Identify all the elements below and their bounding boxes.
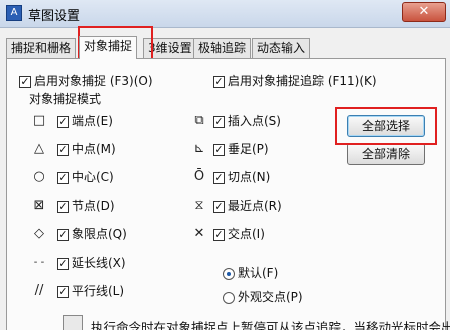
midpoint-option[interactable]: ✓ 中点(M) — [57, 141, 116, 157]
clear-all-button[interactable]: 全部清除 — [347, 143, 425, 165]
radio-default[interactable] — [223, 267, 235, 280]
perpendicular-label: 垂足(P) — [228, 142, 269, 156]
enable-osnap-checkbox[interactable]: ✓ — [19, 75, 31, 88]
hourglass-icon: ⧖ — [194, 198, 204, 213]
radio-apparent-row[interactable]: 外观交点(P) — [223, 289, 303, 305]
midpoint-label: 中点(M) — [72, 142, 116, 156]
center-label: 中心(C) — [72, 170, 114, 184]
app-icon: A — [6, 5, 22, 21]
enable-osnap-label: 启用对象捕捉 (F3)(O) — [34, 74, 153, 88]
radio-apparent-label: 外观交点(P) — [238, 290, 303, 304]
highlight-select-all — [335, 107, 437, 145]
center-checkbox[interactable]: ✓ — [57, 171, 69, 184]
perpendicular-checkbox[interactable]: ✓ — [213, 143, 225, 156]
intersection-checkbox[interactable]: ✓ — [213, 228, 225, 241]
nearest-label: 最近点(R) — [228, 199, 282, 213]
enable-tracking-row[interactable]: ✓ 启用对象捕捉追踪 (F11)(K) — [213, 73, 377, 89]
tangent-icon: Ō — [193, 169, 205, 184]
tab-polar-tracking[interactable]: 极轴追踪 — [193, 38, 252, 58]
tangent-option[interactable]: ✓ 切点(N) — [213, 169, 270, 185]
hint-text: 执行命令时在对象捕捉点上暂停可从该点追踪，当移动光标时会出 — [91, 320, 450, 330]
nearest-option[interactable]: ✓ 最近点(R) — [213, 198, 282, 214]
insertion-option[interactable]: ✓ 插入点(S) — [213, 113, 281, 129]
quadrant-label: 象限点(Q) — [72, 227, 127, 241]
insertion-checkbox[interactable]: ✓ — [213, 115, 225, 128]
cross-icon: ✕ — [193, 226, 205, 241]
midpoint-checkbox[interactable]: ✓ — [57, 143, 69, 156]
parallel-option[interactable]: ✓ 平行线(L) — [57, 283, 124, 299]
extension-checkbox[interactable]: ✓ — [57, 257, 69, 270]
intersection-label: 交点(I) — [228, 227, 265, 241]
insertion-label: 插入点(S) — [228, 114, 281, 128]
perpendicular-icon: ⊾ — [193, 141, 205, 156]
intersection-option[interactable]: ✓ 交点(I) — [213, 226, 265, 242]
diamond-icon: ◇ — [34, 226, 44, 241]
tangent-label: 切点(N) — [228, 170, 271, 184]
endpoint-label: 端点(E) — [72, 114, 113, 128]
endpoint-option[interactable]: ✓ 端点(E) — [57, 113, 113, 129]
triangle-icon: △ — [34, 141, 44, 156]
dash-icon: - - — [33, 257, 45, 268]
square-icon: □ — [32, 113, 46, 128]
extension-option[interactable]: ✓ 延长线(X) — [57, 255, 126, 271]
extension-label: 延长线(X) — [72, 256, 126, 270]
parallel-checkbox[interactable]: ✓ — [57, 285, 69, 298]
tab-object-snap[interactable]: 对象捕捉 — [79, 36, 138, 59]
parallel-label: 平行线(L) — [72, 284, 125, 298]
endpoint-checkbox[interactable]: ✓ — [57, 115, 69, 128]
quadrant-checkbox[interactable]: ✓ — [57, 228, 69, 241]
nearest-checkbox[interactable]: ✓ — [213, 200, 225, 213]
circle-icon: ○ — [33, 169, 45, 184]
circle-x-icon: ⊠ — [33, 198, 45, 213]
node-label: 节点(D) — [72, 199, 115, 213]
tab-strip: 捕捉和栅格 对象捕捉 3维设置 极轴追踪 动态输入 — [6, 36, 446, 59]
perpendicular-option[interactable]: ✓ 垂足(P) — [213, 141, 269, 157]
enable-tracking-checkbox[interactable]: ✓ — [213, 75, 225, 88]
insert-icon: ⧉ — [194, 113, 204, 128]
tangent-checkbox[interactable]: ✓ — [213, 171, 225, 184]
center-option[interactable]: ✓ 中心(C) — [57, 169, 114, 185]
object-snap-panel: ✓ 启用对象捕捉 (F3)(O) ✓ 启用对象捕捉追踪 (F11)(K) 对象捕捉模… — [6, 58, 450, 330]
modes-group-label: 对象捕捉模式 — [29, 92, 102, 106]
window-title: 草图设置 — [28, 9, 81, 24]
tab-dynamic-input[interactable]: 动态输入 — [252, 38, 311, 58]
tab-snap-grid[interactable]: 捕捉和栅格 — [6, 38, 77, 58]
radio-default-label: 默认(F) — [238, 266, 279, 280]
quadrant-option[interactable]: ✓ 象限点(Q) — [57, 226, 127, 242]
title-bar: A 草图设置 ✕ — [0, 0, 450, 28]
parallel-icon: // — [34, 283, 44, 298]
close-button[interactable]: ✕ — [402, 2, 446, 22]
node-checkbox[interactable]: ✓ — [57, 200, 69, 213]
node-option[interactable]: ✓ 节点(D) — [57, 198, 115, 214]
enable-osnap-row[interactable]: ✓ 启用对象捕捉 (F3)(O) — [19, 73, 153, 89]
radio-apparent[interactable] — [223, 291, 235, 304]
radio-default-row[interactable]: 默认(F) — [223, 265, 278, 281]
enable-tracking-label: 启用对象捕捉追踪 (F11)(K) — [228, 74, 377, 88]
hint-icon — [63, 315, 83, 330]
